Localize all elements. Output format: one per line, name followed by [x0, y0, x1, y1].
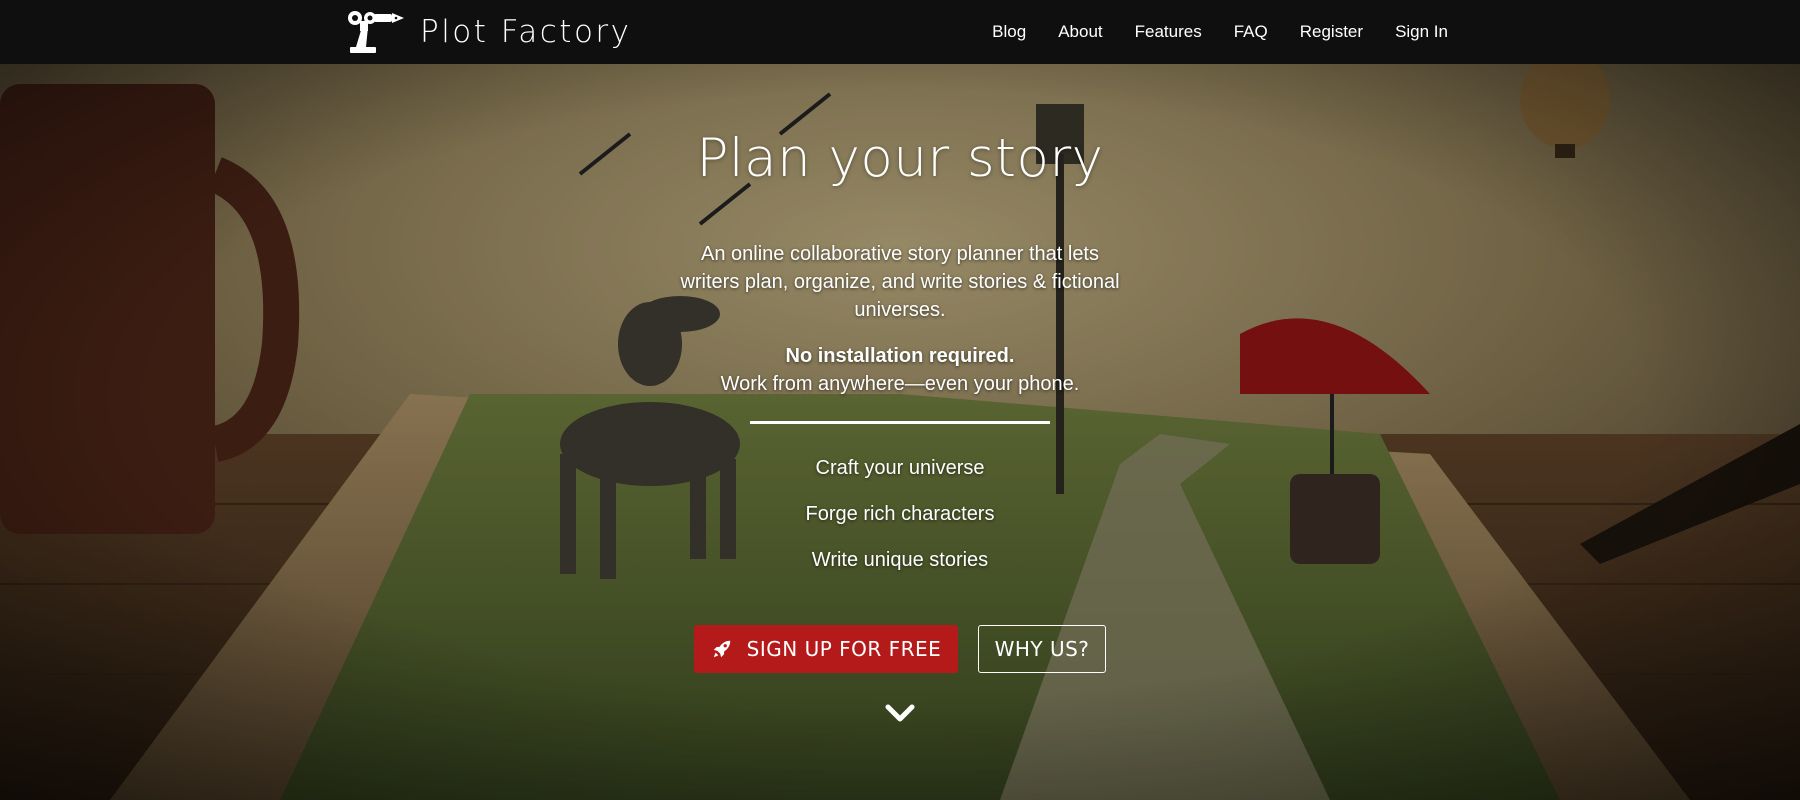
hero-note-bold: No installation required.: [785, 345, 1015, 367]
nav-link-faq[interactable]: FAQ: [1234, 22, 1268, 42]
nav-link-blog[interactable]: Blog: [992, 22, 1026, 42]
robot-arm-pen-icon: [348, 11, 404, 53]
sign-up-label: SIGN UP FOR FREE: [746, 637, 942, 661]
nav-link-register[interactable]: Register: [1300, 22, 1363, 42]
brand-home-link[interactable]: Plot Factory: [346, 8, 632, 56]
sign-up-for-free-button[interactable]: SIGN UP FOR FREE: [694, 625, 958, 673]
nav-link-about[interactable]: About: [1058, 22, 1102, 42]
nav-link-sign-in[interactable]: Sign In: [1395, 22, 1448, 42]
chevron-down-icon[interactable]: [884, 702, 916, 724]
hero-divider: [750, 421, 1050, 424]
feature-list: Craft your universe Forge rich character…: [600, 456, 1200, 594]
hero-section: Plan your story An online collaborative …: [0, 64, 1800, 800]
why-us-button[interactable]: WHY US?: [978, 625, 1106, 673]
feature-item: Write unique stories: [811, 549, 989, 571]
nav-link-features[interactable]: Features: [1135, 22, 1202, 42]
hero-note-text: Work from anywhere—even your phone.: [720, 373, 1080, 395]
navbar: Plot Factory Blog About Features FAQ Reg…: [0, 0, 1800, 64]
feature-item: Forge rich characters: [805, 503, 995, 525]
hero-content: Plan your story An online collaborative …: [600, 64, 1200, 800]
feature-item: Craft your universe: [815, 457, 985, 479]
hero-title: Plan your story: [696, 128, 1104, 189]
rocket-icon: [713, 640, 730, 658]
hero-note: No installation required. Work from anyw…: [600, 342, 1200, 398]
main-nav: Blog About Features FAQ Register Sign In: [960, 0, 1448, 64]
cta-row: SIGN UP FOR FREE WHY US?: [694, 625, 1106, 673]
brand-name: Plot Factory: [420, 14, 632, 50]
hero-description: An online collaborative story planner th…: [680, 243, 1120, 321]
